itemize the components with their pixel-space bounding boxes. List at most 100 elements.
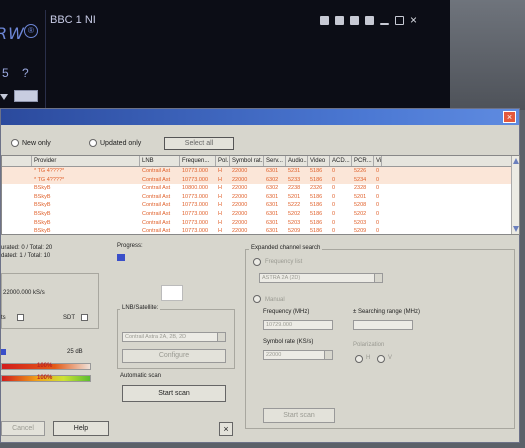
column-header[interactable]: ACD... xyxy=(330,156,352,166)
table-cell: Contrail Ast xyxy=(142,193,171,200)
table-cell: H xyxy=(218,228,222,235)
polarization-h-radio[interactable] xyxy=(355,355,363,363)
help-icon[interactable]: ? xyxy=(22,66,29,80)
table-cell: 6301 xyxy=(266,228,279,235)
table-cell: BSkyB xyxy=(34,210,51,217)
table-cell: 22000 xyxy=(232,202,248,209)
manual-start-scan-button[interactable]: Start scan xyxy=(263,408,335,423)
table-cell: 0 xyxy=(376,176,380,183)
configure-button[interactable]: Configure xyxy=(122,349,226,363)
select-all-button[interactable]: Select all xyxy=(164,137,234,150)
table-cell: 22000 xyxy=(232,176,248,183)
table-cell: 5208 xyxy=(354,202,367,209)
column-header[interactable]: PCR... xyxy=(352,156,374,166)
column-header[interactable]: LNB xyxy=(140,156,180,166)
minimize-icon[interactable] xyxy=(380,23,389,25)
column-header[interactable]: Video xyxy=(308,156,330,166)
chevron-down-icon[interactable] xyxy=(374,274,382,282)
column-header[interactable]: Frequen... xyxy=(180,156,216,166)
new-only-radio[interactable]: New only xyxy=(11,139,51,147)
teletext-icon[interactable] xyxy=(335,16,344,25)
expanded-search-title: Expanded channel search xyxy=(249,245,323,251)
table-cell: 5202 xyxy=(288,210,301,217)
table-row[interactable]: * TG 4????* Contrail Ast 10773.000 H 22000 63… xyxy=(2,175,519,185)
table-row[interactable]: BSkyB Contrail Ast 10773.000 H 22000 6301 5203… xyxy=(2,219,519,228)
column-header[interactable]: Provider xyxy=(32,156,140,166)
subtitles-icon[interactable] xyxy=(350,16,359,25)
dialog-titlebar: × xyxy=(1,109,519,125)
table-cell: Contrail Ast xyxy=(142,210,171,217)
table-cell: Contrail Ast xyxy=(142,176,171,183)
table-row[interactable]: BSkyB Contrail Ast 10773.000 H 22000 6301 5201… xyxy=(2,193,519,202)
table-cell: H xyxy=(218,185,222,192)
table-row[interactable]: * TG 4????* Contrail Ast 10773.000 H 22000 63… xyxy=(2,167,519,176)
table-cell: BSkyB xyxy=(34,185,51,192)
table-cell: 0 xyxy=(376,202,380,209)
channel-search-dialog: × New only Updated only Select all Provi… xyxy=(0,108,520,443)
frequency-input[interactable]: 10729.000 xyxy=(263,320,333,330)
table-scrollbar[interactable] xyxy=(511,156,519,234)
table-cell: 0 xyxy=(332,168,336,174)
column-header[interactable]: Audio... xyxy=(286,156,308,166)
table-cell: 22000 xyxy=(232,210,248,217)
symbol-rate-value: 22000 xyxy=(266,352,282,358)
registered-icon: ® xyxy=(24,24,38,38)
maximize-icon[interactable] xyxy=(395,16,404,25)
frequency-list-select[interactable]: ASTRA 2A (2D) xyxy=(259,273,383,283)
table-cell: 5209 xyxy=(354,228,367,235)
symbol-rate-label: Symbol rate (KS/s) xyxy=(263,339,314,345)
table-cell: Contrail Ast xyxy=(142,228,171,235)
column-header[interactable]: Pol. xyxy=(216,156,230,166)
dialog-close-button[interactable]: × xyxy=(503,111,516,123)
column-header[interactable]: Vid xyxy=(374,156,382,166)
lnb-satellite-select[interactable]: Contrail Astra 2A, 2B, 2D xyxy=(122,332,226,342)
table-cell: 10773.000 xyxy=(182,228,208,235)
chevron-down-icon[interactable] xyxy=(324,351,332,359)
collapse-button[interactable]: × xyxy=(219,422,233,436)
table-row[interactable]: BSkyB Contrail Ast 10773.000 H 22000 6301 5202… xyxy=(2,210,519,219)
channel-number[interactable]: 5 xyxy=(2,66,9,80)
table-row[interactable]: BSkyB Contrail Ast 10773.000 H 22000 6301 5222… xyxy=(2,201,519,210)
radio-icon[interactable] xyxy=(11,139,19,147)
search-range-input[interactable] xyxy=(353,320,413,330)
search-range-label: ± Searching range (MHz) xyxy=(353,309,420,315)
scroll-down-icon[interactable] xyxy=(513,226,519,232)
table-cell xyxy=(2,219,32,228)
automatic-scan-label: Automatic scan xyxy=(120,373,162,379)
symbol-rate-select[interactable]: 22000 xyxy=(263,350,333,360)
record-icon[interactable] xyxy=(320,16,329,25)
table-row[interactable]: BSkyB Contrail Ast 10800.000 H 22000 6302 2238… xyxy=(2,184,519,193)
dropdown-arrow-icon[interactable] xyxy=(0,94,8,100)
manual-radio[interactable] xyxy=(253,295,261,303)
radio-icon[interactable] xyxy=(89,139,97,147)
chevron-down-icon[interactable] xyxy=(217,333,225,341)
table-cell: 22000 xyxy=(232,168,248,174)
frequency-list-radio[interactable] xyxy=(253,258,261,266)
scroll-up-icon[interactable] xyxy=(513,158,519,164)
restore-icon[interactable] xyxy=(365,16,374,25)
player-window: RW ® BBC 1 NI × 5 ? xyxy=(0,0,455,108)
table-cell: 0 xyxy=(376,219,380,226)
checkbox-ts[interactable] xyxy=(17,314,24,321)
table-cell: 10773.000 xyxy=(182,168,208,174)
table-cell: 0 xyxy=(332,210,336,217)
updated-only-radio[interactable]: Updated only xyxy=(89,139,141,147)
column-header[interactable]: Serv... xyxy=(264,156,286,166)
cancel-button[interactable]: Cancel xyxy=(1,421,45,436)
column-header[interactable] xyxy=(2,156,32,166)
checkbox-sdt[interactable] xyxy=(81,314,88,321)
screen-mode-button[interactable] xyxy=(14,90,38,102)
table-cell: 0 xyxy=(376,228,380,235)
auto-start-scan-button[interactable]: Start scan xyxy=(122,385,226,402)
table-row[interactable]: BSkyB Contrail Ast 10773.000 H 22000 6301 5209… xyxy=(2,227,519,235)
polarization-v-radio[interactable] xyxy=(377,355,385,363)
signal-level-value: 100% xyxy=(37,375,53,381)
table-cell: 10773.000 xyxy=(182,210,208,217)
saturated-count: urated: 0 / Total: 20 xyxy=(1,245,53,251)
column-header[interactable]: Symbol rat... xyxy=(230,156,264,166)
help-button[interactable]: Help xyxy=(53,421,109,436)
player-close-icon[interactable]: × xyxy=(410,14,417,26)
table-cell: 5186 xyxy=(310,168,323,174)
signal-strength-bar xyxy=(1,349,6,355)
frequency-list-value: ASTRA 2A (2D) xyxy=(262,275,301,281)
